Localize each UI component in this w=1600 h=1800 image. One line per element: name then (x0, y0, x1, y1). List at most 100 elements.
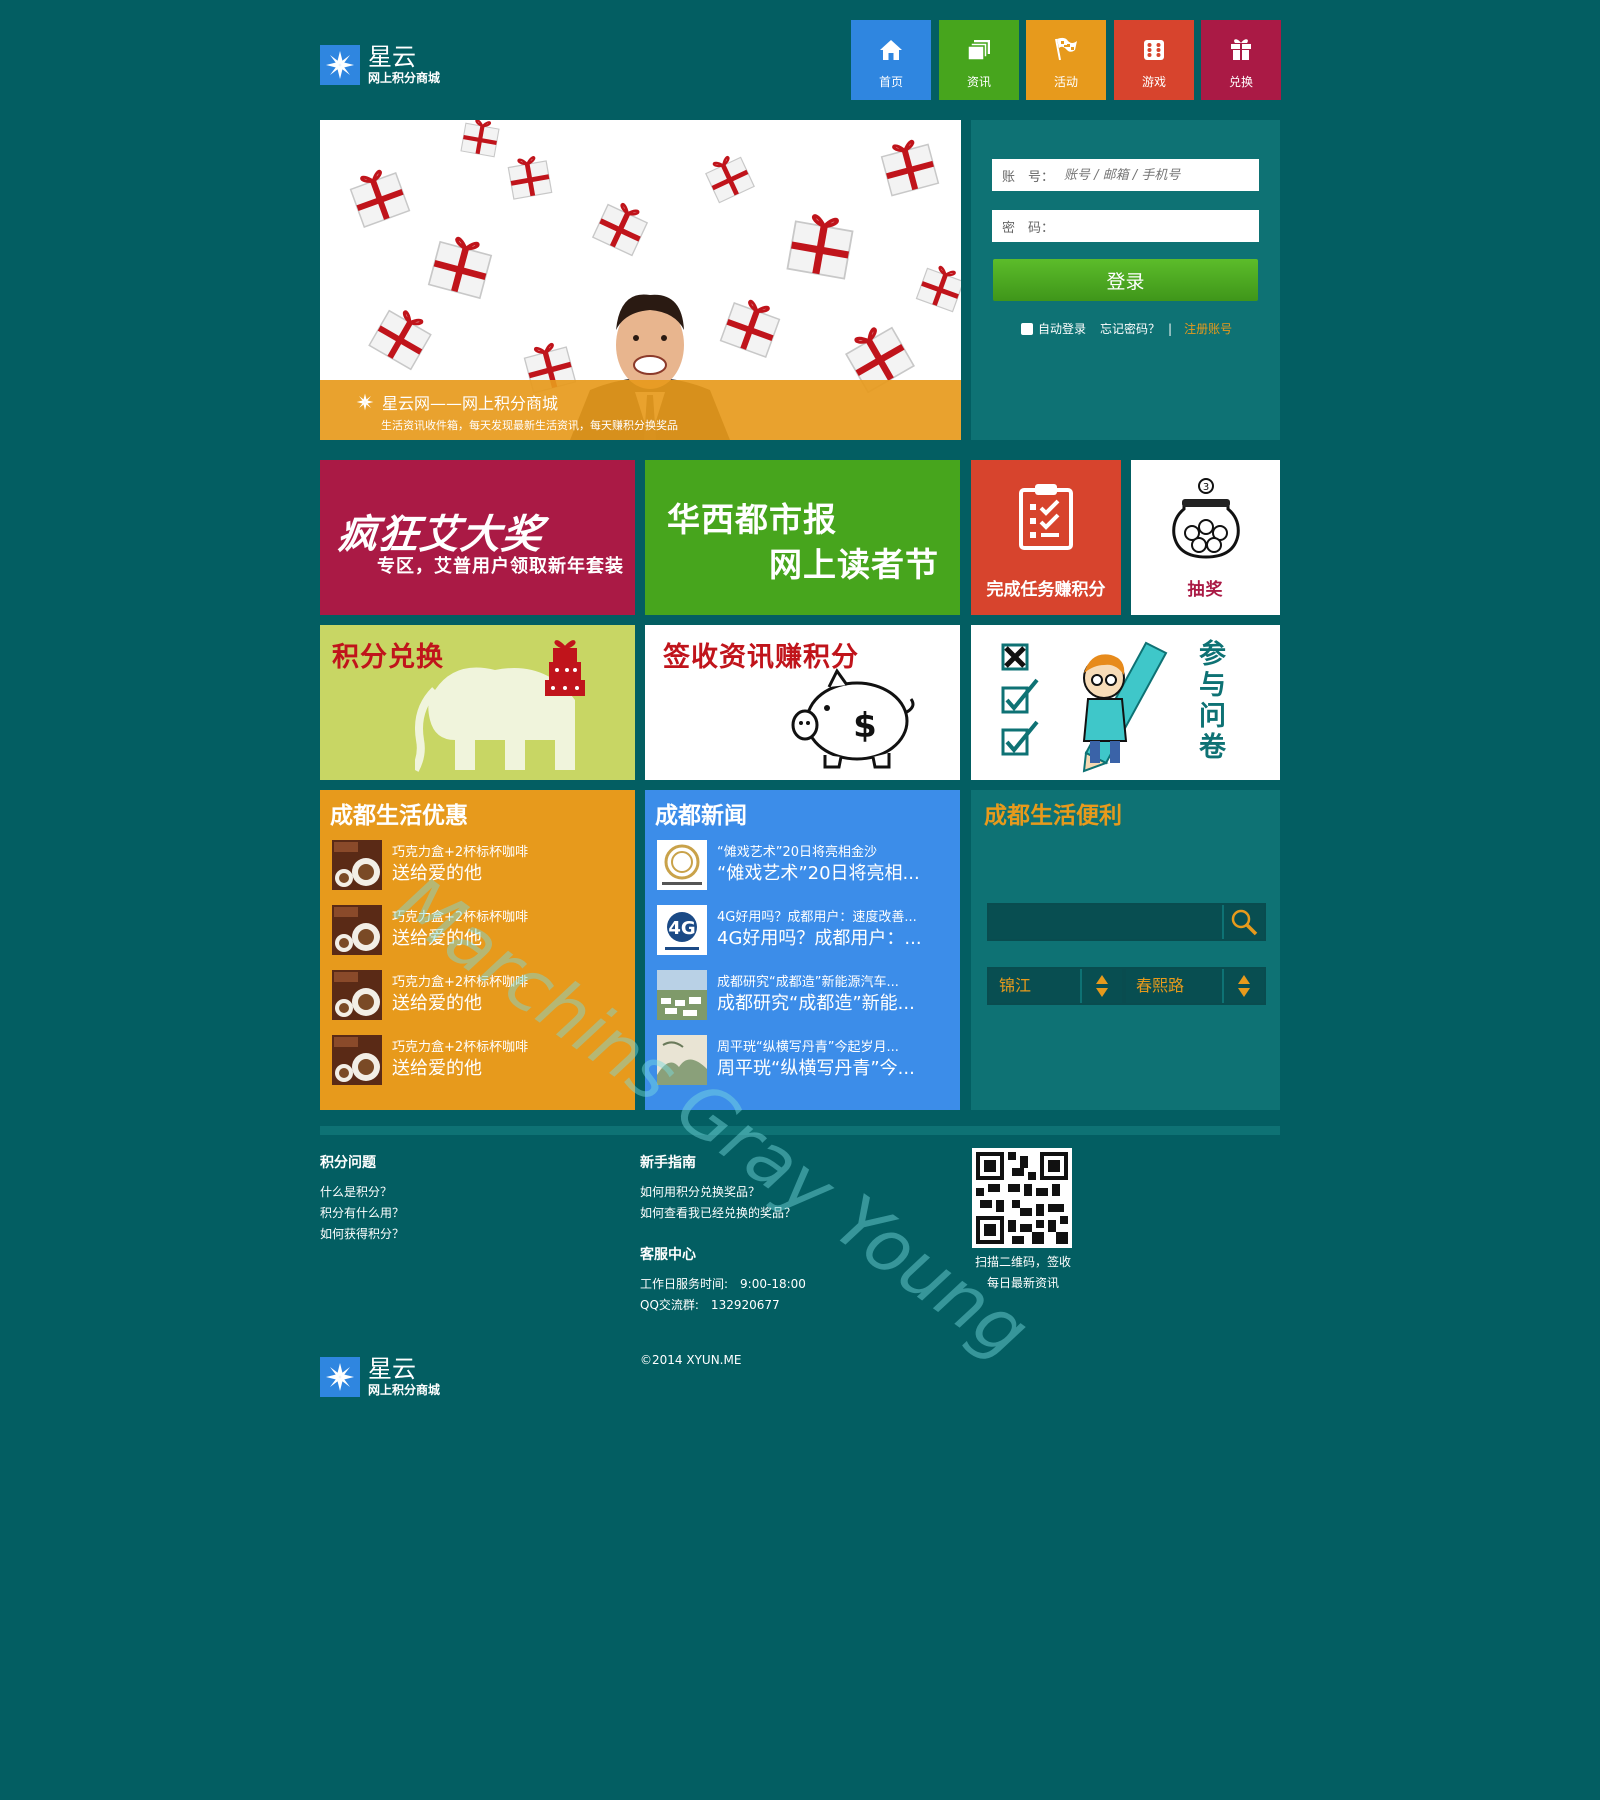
news-item-desc: “傩戏艺术”20日将亮相金沙 (717, 845, 878, 860)
flag-icon (1055, 37, 1077, 61)
login-panel: 账 号： 密 码： 登录 自动登录 忘记密码？ | 注册账号 (971, 120, 1280, 440)
news-thumbnail (657, 1035, 707, 1085)
boy-pencil-illustration (1082, 641, 1168, 773)
piggy-bank-illustration: $ (791, 668, 915, 769)
login-options: 自动登录 忘记密码？ | 注册账号 (1021, 320, 1232, 337)
password-field[interactable]: 密 码： (992, 210, 1259, 242)
coffee-thumbnail (332, 905, 382, 955)
footer-link[interactable]: 如何获得积分？ (320, 1224, 404, 1245)
tile-crazy-prize[interactable]: 疯狂艾大奖 专区，艾普用户领取新年套装 (320, 460, 635, 615)
news-item[interactable]: 4G 4G好用吗？成都用户：速度改善... 4G好用吗？成都用户：... (657, 903, 957, 957)
offer-item[interactable]: 巧克力盒+2杯标杯咖啡 送给爱的他 (332, 903, 632, 957)
nav-label: 兑换 (1228, 75, 1253, 89)
news-item[interactable]: “傩戏艺术”20日将亮相金沙 “傩戏艺术”20日将亮相... (657, 838, 957, 892)
header-logo[interactable]: 星云 网上积分商城 (320, 44, 440, 86)
qr-block: 扫描二维码，签收 每日最新资讯 (972, 1148, 1074, 1294)
tile-tasks-label: 完成任务赚积分 (986, 580, 1106, 600)
account-label: 账 号： (1002, 169, 1055, 185)
news-item[interactable]: 周平珖“纵横写丹青”今起岁月... 周平珖“纵横写丹青”今... (657, 1033, 957, 1087)
nav-activity[interactable]: 活动 (1026, 20, 1106, 100)
tile-tasks[interactable]: 完成任务赚积分 (971, 460, 1121, 615)
tile-reader-festival-line2: 网上读者节 (769, 545, 939, 584)
district-select[interactable]: 锦江 (987, 967, 1124, 1005)
footer-divider (320, 1126, 1280, 1135)
nav-label: 游戏 (1141, 75, 1166, 89)
gift-icon (1231, 39, 1251, 60)
svg-text:4G: 4G (668, 918, 695, 939)
star-logo-icon (320, 1357, 360, 1397)
account-input[interactable] (1064, 167, 1245, 183)
news-item-desc: 4G好用吗？成都用户：速度改善... (717, 910, 917, 925)
offer-item-desc: 巧克力盒+2杯标杯咖啡 (392, 1040, 529, 1055)
life-title: 成都生活便利 (984, 803, 1122, 829)
remember-checkbox[interactable] (1021, 322, 1033, 335)
footer-col-guide-title: 新手指南 (640, 1155, 696, 1171)
footer-link[interactable]: 如何用积分兑换奖品？ (640, 1182, 806, 1203)
select-arrows-icon (1080, 969, 1122, 1003)
tile-survey-label: 参与问卷 (1199, 639, 1227, 763)
nav-games[interactable]: 游戏 (1114, 20, 1194, 100)
account-field[interactable]: 账 号： (992, 159, 1259, 191)
footer-col-points-title: 积分问题 (320, 1155, 376, 1171)
home-icon (880, 40, 902, 60)
brand-tagline: 网上积分商城 (368, 71, 441, 85)
news-item-title: 4G好用吗？成都用户：... (717, 928, 922, 949)
footer-link[interactable]: 什么是积分？ (320, 1182, 404, 1203)
forgot-password-link[interactable]: 忘记密码？ (1100, 320, 1160, 337)
offer-item[interactable]: 巧克力盒+2杯标杯咖啡 送给爱的他 (332, 1033, 632, 1087)
brand-name: 星云 (368, 1355, 416, 1383)
footer-link[interactable]: 如何查看我已经兑换的奖品？ (640, 1203, 806, 1224)
tile-points-exchange[interactable]: 积分兑换 (320, 625, 635, 780)
register-link[interactable]: 注册账号 (1184, 320, 1232, 337)
footer-service-qq: QQ交流群: 132920677 (640, 1298, 780, 1312)
news-panel: 成都新闻 “傩戏艺术”20日将亮相金沙 “傩戏艺术”20日将亮相... 4G 4… (645, 790, 960, 1110)
news-item-title: “傩戏艺术”20日将亮相... (717, 863, 920, 884)
offers-title: 成都生活优惠 (330, 803, 468, 829)
news-item-desc: 周平珖“纵横写丹青”今起岁月... (717, 1040, 899, 1055)
qr-code-icon (972, 1148, 1072, 1248)
tile-sign-news[interactable]: 签收资讯赚积分 $ (645, 625, 960, 780)
news-item[interactable]: 成都研究“成都造”新能源汽车... 成都研究“成都造”新能... (657, 968, 957, 1022)
clipboard-icon (1019, 484, 1073, 550)
login-button[interactable]: 登录 (993, 259, 1258, 301)
banner-caption: 星云网——网上积分商城 生活资讯收件箱，每天发现最新生活资讯，每天赚积分换奖品 (320, 380, 961, 440)
district-value: 锦江 (999, 976, 1032, 995)
offer-item[interactable]: 巧克力盒+2杯标杯咖啡 送给爱的他 (332, 968, 632, 1022)
news-item-title: 周平珖“纵横写丹青”今... (717, 1058, 915, 1079)
svg-text:$: $ (853, 706, 877, 746)
svg-text:3: 3 (1203, 482, 1209, 493)
nav-news[interactable]: 资讯 (939, 20, 1019, 100)
news-thumbnail: 4G (657, 905, 707, 955)
road-select[interactable]: 春熙路 (1124, 967, 1266, 1005)
offers-panel: 成都生活优惠 巧克力盒+2杯标杯咖啡 送给爱的他 巧克力盒+2杯标杯咖啡 送给爱… (320, 790, 635, 1110)
life-panel: 成都生活便利 锦江 春熙路 (971, 790, 1280, 1110)
tile-crazy-prize-sub: 专区，艾普用户领取新年套装 (377, 556, 624, 577)
offer-item-title: 送给爱的他 (392, 1058, 482, 1079)
tile-lottery[interactable]: 3 抽奖 (1131, 460, 1280, 615)
elephant-gift-illustration (415, 640, 585, 772)
offer-item-desc: 巧克力盒+2杯标杯咖啡 (392, 910, 529, 925)
nav-exchange[interactable]: 兑换 (1201, 20, 1281, 100)
life-search-button[interactable] (1222, 905, 1264, 939)
news-title: 成都新闻 (655, 803, 747, 829)
qr-caption-line1: 扫描二维码，签收 (974, 1255, 1071, 1269)
tile-reader-festival[interactable]: 华西都市报 网上读者节 (645, 460, 960, 615)
password-input[interactable] (1064, 218, 1245, 234)
qr-caption-line2: 每日最新资讯 (986, 1276, 1059, 1290)
footer-logo[interactable]: 星云 网上积分商城 (320, 1356, 440, 1398)
remember-label[interactable]: 自动登录 (1038, 320, 1086, 337)
nav-label: 首页 (878, 75, 903, 89)
hero-banner[interactable]: 星云网——网上积分商城 生活资讯收件箱，每天发现最新生活资讯，每天赚积分换奖品 (320, 120, 961, 440)
search-icon (1231, 909, 1258, 936)
footer-col-points: 积分问题 什么是积分？ 积分有什么用？ 如何获得积分？ (320, 1152, 404, 1245)
tile-survey[interactable]: 参与问卷 (971, 625, 1280, 780)
news-thumbnail (657, 840, 707, 890)
life-search-input[interactable] (989, 905, 1222, 939)
tile-lottery-label: 抽奖 (1187, 580, 1224, 600)
offer-item-desc: 巧克力盒+2杯标杯咖啡 (392, 975, 529, 990)
footer-link[interactable]: 积分有什么用？ (320, 1203, 404, 1224)
coffee-thumbnail (332, 1035, 382, 1085)
nav-home[interactable]: 首页 (851, 20, 931, 100)
offer-item[interactable]: 巧克力盒+2杯标杯咖啡 送给爱的他 (332, 838, 632, 892)
offer-item-title: 送给爱的他 (392, 993, 482, 1014)
